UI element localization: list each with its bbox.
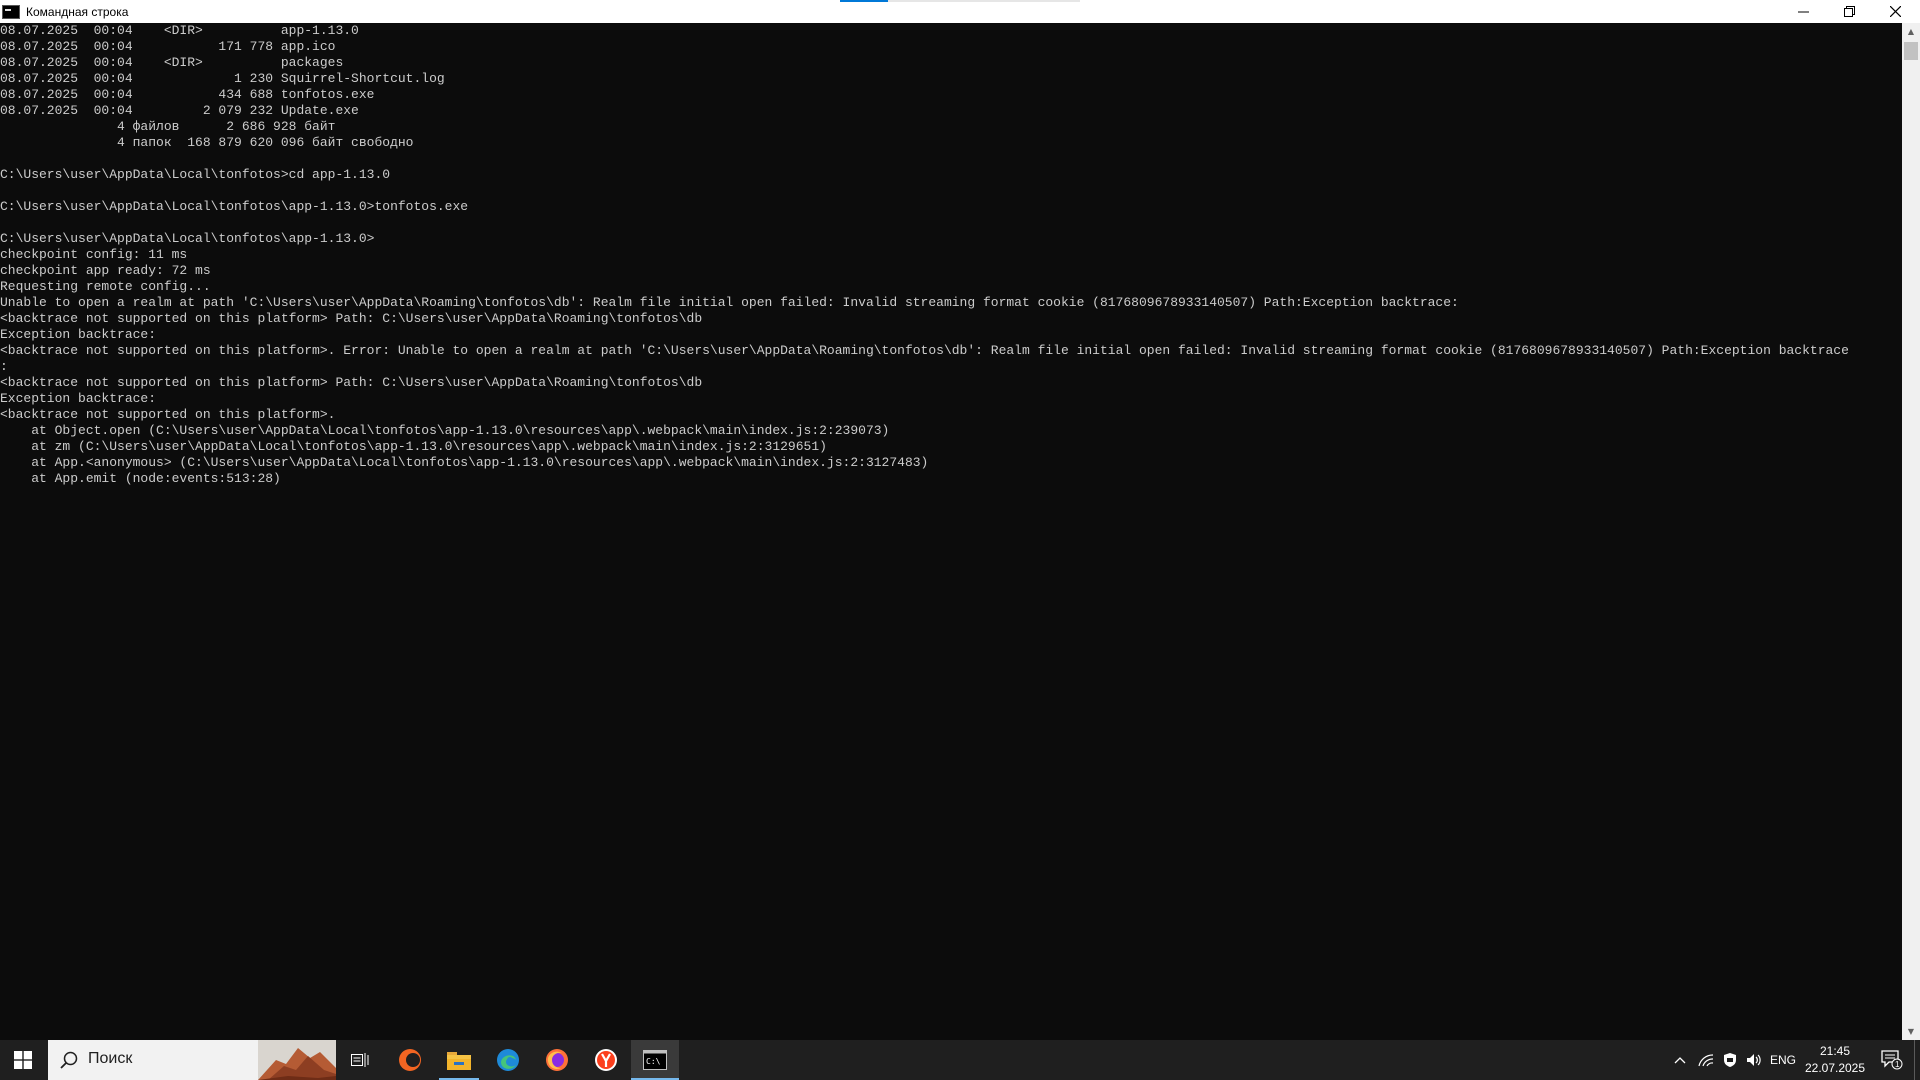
minimize-button[interactable]	[1780, 0, 1826, 22]
show-desktop-button[interactable]	[1914, 1040, 1920, 1080]
scroll-up-arrow-icon[interactable]: ▲	[1902, 23, 1920, 40]
taskbar-search-box[interactable]: Поиск	[48, 1040, 336, 1080]
svg-text:C:\: C:\	[646, 1057, 661, 1066]
terminal-line: at Object.open (C:\Users\user\AppData\Lo…	[0, 423, 890, 438]
taskbar: Поиск C:\ ENG 21:45 22.07.2025 1	[0, 1040, 1920, 1080]
chevron-up-icon	[1674, 1057, 1686, 1064]
close-icon	[1889, 5, 1901, 17]
taskbar-app-file-explorer[interactable]	[435, 1040, 483, 1080]
terminal-line: C:\Users\user\AppData\Local\tonfotos>cd …	[0, 167, 391, 182]
taskbar-app-firefox[interactable]	[533, 1040, 581, 1080]
terminal-line: :	[0, 359, 8, 374]
show-hidden-icons-button[interactable]	[1666, 1040, 1694, 1080]
terminal-line: C:\Users\user\AppData\Local\tonfotos\app…	[0, 231, 375, 246]
terminal-line: 08.07.2025 00:04 434 688 tonfotos.exe	[0, 87, 375, 102]
terminal-line: Exception backtrace:	[0, 391, 157, 406]
browser-orange-icon	[399, 1049, 421, 1071]
terminal-line: <backtrace not supported on this platfor…	[0, 343, 1849, 358]
terminal-line: checkpoint app ready: 72 ms	[0, 263, 211, 278]
taskbar-clock[interactable]: 21:45 22.07.2025	[1800, 1040, 1870, 1080]
terminal-line: at App.emit (node:events:513:28)	[0, 471, 281, 486]
notification-icon: 1	[1881, 1050, 1903, 1070]
scroll-down-arrow-icon[interactable]: ▼	[1902, 1023, 1920, 1040]
taskbar-app-cmd[interactable]: C:\	[631, 1040, 679, 1080]
start-button[interactable]	[0, 1040, 46, 1080]
terminal-line: Exception backtrace:	[0, 327, 157, 342]
file-explorer-icon	[447, 1052, 471, 1070]
minimize-icon	[1797, 11, 1809, 12]
terminal-line: 08.07.2025 00:04 <DIR> packages	[0, 55, 344, 70]
terminal-line: C:\Users\user\AppData\Local\tonfotos\app…	[0, 199, 469, 214]
taskbar-app-edge[interactable]	[484, 1040, 532, 1080]
search-icon	[60, 1051, 78, 1069]
clock-time: 21:45	[1819, 1044, 1851, 1058]
terminal-line: <backtrace not supported on this platfor…	[0, 311, 703, 326]
speaker-icon	[1747, 1054, 1761, 1066]
terminal-line: 4 файлов 2 686 928 байт	[0, 119, 336, 134]
close-button[interactable]	[1872, 0, 1918, 22]
taskbar-app-browser-orange[interactable]	[386, 1040, 434, 1080]
terminal-output[interactable]: 08.07.2025 00:04 <DIR> app-1.13.0 08.07.2…	[0, 23, 1902, 1040]
cmd-app-icon	[2, 4, 20, 19]
yandex-browser-icon	[595, 1049, 617, 1071]
windows-logo-icon	[14, 1051, 32, 1069]
edge-icon	[497, 1049, 519, 1071]
terminal-line: at zm (C:\Users\user\AppData\Local\tonfo…	[0, 439, 827, 454]
window-title: Командная строка	[26, 4, 129, 19]
terminal-line: Requesting remote config...	[0, 279, 211, 294]
scroll-thumb[interactable]	[1904, 42, 1918, 60]
terminal-line: 08.07.2025 00:04 2 079 232 Update.exe	[0, 103, 359, 118]
title-progress-indicator	[840, 0, 1080, 2]
security-button[interactable]	[1718, 1040, 1742, 1080]
task-view-icon	[351, 1053, 369, 1067]
cmd-icon: C:\	[643, 1050, 667, 1070]
shield-icon	[1724, 1053, 1736, 1067]
network-wifi-icon	[1698, 1054, 1714, 1067]
terminal-line: <backtrace not supported on this platfor…	[0, 407, 336, 422]
terminal-line: <backtrace not supported on this platfor…	[0, 375, 703, 390]
title-bar[interactable]: Командная строка	[0, 0, 1920, 23]
terminal-line: 08.07.2025 00:04 1 230 Squirrel-Shortcut…	[0, 71, 445, 86]
restore-icon	[1843, 5, 1855, 17]
cmd-window: Командная строка 08.07.2025 00:04 <DIR> …	[0, 0, 1920, 1040]
terminal-line: Unable to open a realm at path 'C:\Users…	[0, 295, 1459, 310]
search-placeholder: Поиск	[88, 1050, 133, 1067]
vertical-scrollbar[interactable]: ▲ ▼	[1902, 23, 1920, 1040]
network-button[interactable]	[1694, 1040, 1718, 1080]
input-language-indicator[interactable]: ENG	[1766, 1040, 1800, 1080]
notification-count: 1	[1895, 1060, 1900, 1069]
taskbar-app-yandex-browser[interactable]	[582, 1040, 630, 1080]
terminal-line: 08.07.2025 00:04 <DIR> app-1.13.0	[0, 23, 359, 38]
clock-date: 22.07.2025	[1804, 1061, 1866, 1075]
terminal-line: 4 папок 168 879 620 096 байт свободно	[0, 135, 414, 150]
search-highlight-image	[258, 1040, 336, 1080]
terminal-line: checkpoint config: 11 ms	[0, 247, 188, 262]
task-view-button[interactable]	[336, 1040, 384, 1080]
maximize-button[interactable]	[1826, 0, 1872, 22]
terminal-line: at App.<anonymous> (C:\Users\user\AppDat…	[0, 455, 929, 470]
terminal-line: 08.07.2025 00:04 171 778 app.ico	[0, 39, 336, 54]
volume-button[interactable]	[1742, 1040, 1766, 1080]
notifications-button[interactable]: 1	[1874, 1040, 1910, 1080]
firefox-icon	[546, 1049, 568, 1071]
